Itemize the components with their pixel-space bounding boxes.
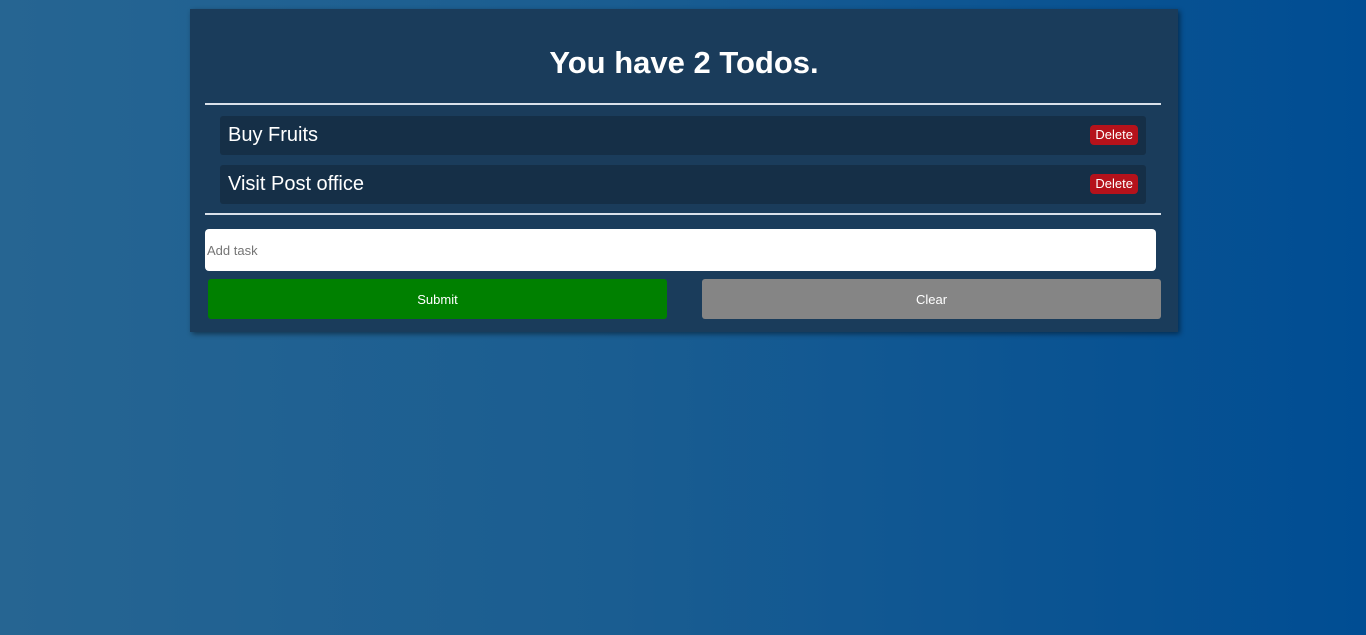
add-task-input[interactable] [205,229,1156,271]
todo-item: Visit Post office Delete [220,165,1146,204]
todo-list: Buy Fruits Delete Visit Post office Dele… [220,116,1146,214]
clear-button[interactable]: Clear [702,279,1161,319]
bottom-divider [205,213,1161,215]
top-divider [205,103,1161,105]
page-title: You have 2 Todos. [549,45,819,80]
delete-button[interactable]: Delete [1090,125,1138,145]
submit-button[interactable]: Submit [208,279,667,319]
todo-text: Visit Post office [228,173,364,195]
delete-button[interactable]: Delete [1090,174,1138,194]
todo-item: Buy Fruits Delete [220,116,1146,155]
todo-card: You have 2 Todos. Buy Fruits Delete Visi… [190,9,1178,332]
todo-text: Buy Fruits [228,124,319,146]
